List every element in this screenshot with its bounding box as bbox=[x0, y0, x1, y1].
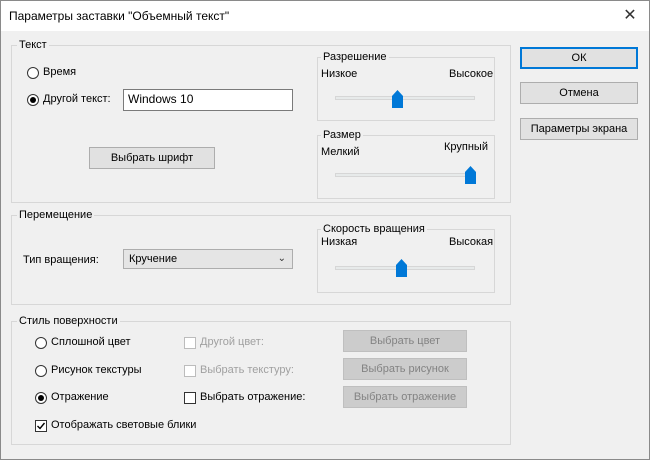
window-title: Параметры заставки "Объемный текст" bbox=[9, 9, 230, 23]
resolution-low-label: Низкое bbox=[321, 68, 358, 80]
choose-reflection-checkbox[interactable] bbox=[184, 392, 196, 404]
resolution-label: Разрешение bbox=[321, 51, 389, 64]
choose-reflection-button[interactable]: Выбрать отражение bbox=[343, 386, 467, 408]
choose-picture-button[interactable]: Выбрать рисунок bbox=[343, 358, 467, 380]
choose-texture-check-label[interactable]: Выбрать текстуру: bbox=[200, 364, 294, 377]
choose-color-button[interactable]: Выбрать цвет bbox=[343, 330, 467, 352]
resolution-group bbox=[317, 57, 495, 121]
size-small-label: Мелкий bbox=[321, 146, 360, 158]
time-radio-label[interactable]: Время bbox=[43, 66, 76, 79]
other-text-radio-label[interactable]: Другой текст: bbox=[43, 93, 111, 106]
rotation-type-label: Тип вращения: bbox=[23, 254, 99, 266]
other-color-label[interactable]: Другой цвет: bbox=[200, 336, 264, 349]
rotation-type-value: Кручение bbox=[129, 253, 178, 265]
speed-label: Скорость вращения bbox=[321, 223, 427, 236]
cancel-button[interactable]: Отмена bbox=[520, 82, 638, 104]
title-bar: Параметры заставки "Объемный текст" ✕ bbox=[1, 1, 649, 31]
size-label: Размер bbox=[321, 129, 363, 142]
reflection-radio[interactable] bbox=[35, 392, 47, 404]
choose-reflection-check-label[interactable]: Выбрать отражение: bbox=[200, 391, 305, 404]
close-icon[interactable]: ✕ bbox=[617, 5, 643, 27]
choose-font-button[interactable]: Выбрать шрифт bbox=[89, 147, 215, 169]
ok-button[interactable]: ОК bbox=[520, 47, 638, 69]
other-text-input[interactable]: Windows 10 bbox=[123, 89, 293, 111]
surface-group-label: Стиль поверхности bbox=[17, 315, 120, 328]
reflection-label[interactable]: Отражение bbox=[51, 391, 109, 404]
choose-texture-checkbox[interactable] bbox=[184, 365, 196, 377]
screen-settings-button[interactable]: Параметры экрана bbox=[520, 118, 638, 140]
resolution-high-label: Высокое bbox=[449, 68, 494, 80]
speed-high-label: Высокая bbox=[449, 236, 494, 248]
texture-label[interactable]: Рисунок текстуры bbox=[51, 364, 142, 377]
other-color-checkbox[interactable] bbox=[184, 337, 196, 349]
resolution-slider-track[interactable] bbox=[335, 96, 475, 100]
highlights-checkbox[interactable] bbox=[35, 420, 47, 432]
solid-color-label[interactable]: Сплошной цвет bbox=[51, 336, 131, 349]
resolution-slider-thumb[interactable] bbox=[392, 90, 403, 108]
size-slider-track[interactable] bbox=[335, 173, 475, 177]
highlights-label[interactable]: Отображать световые блики bbox=[51, 419, 196, 432]
texture-radio[interactable] bbox=[35, 365, 47, 377]
rotation-type-select[interactable]: Кручение ⌄ bbox=[123, 249, 293, 269]
time-radio[interactable] bbox=[27, 67, 39, 79]
solid-color-radio[interactable] bbox=[35, 337, 47, 349]
chevron-down-icon: ⌄ bbox=[277, 253, 286, 264]
speed-slider-thumb[interactable] bbox=[396, 259, 407, 277]
size-large-label: Крупный bbox=[444, 141, 488, 153]
motion-group-label: Перемещение bbox=[17, 209, 95, 222]
checkmark-icon bbox=[37, 422, 46, 430]
other-text-radio[interactable] bbox=[27, 94, 39, 106]
speed-low-label: Низкая bbox=[321, 236, 358, 248]
dialog-window: Параметры заставки "Объемный текст" ✕ Те… bbox=[0, 0, 650, 460]
text-group-label: Текст bbox=[17, 39, 49, 52]
size-slider-thumb[interactable] bbox=[465, 166, 476, 184]
